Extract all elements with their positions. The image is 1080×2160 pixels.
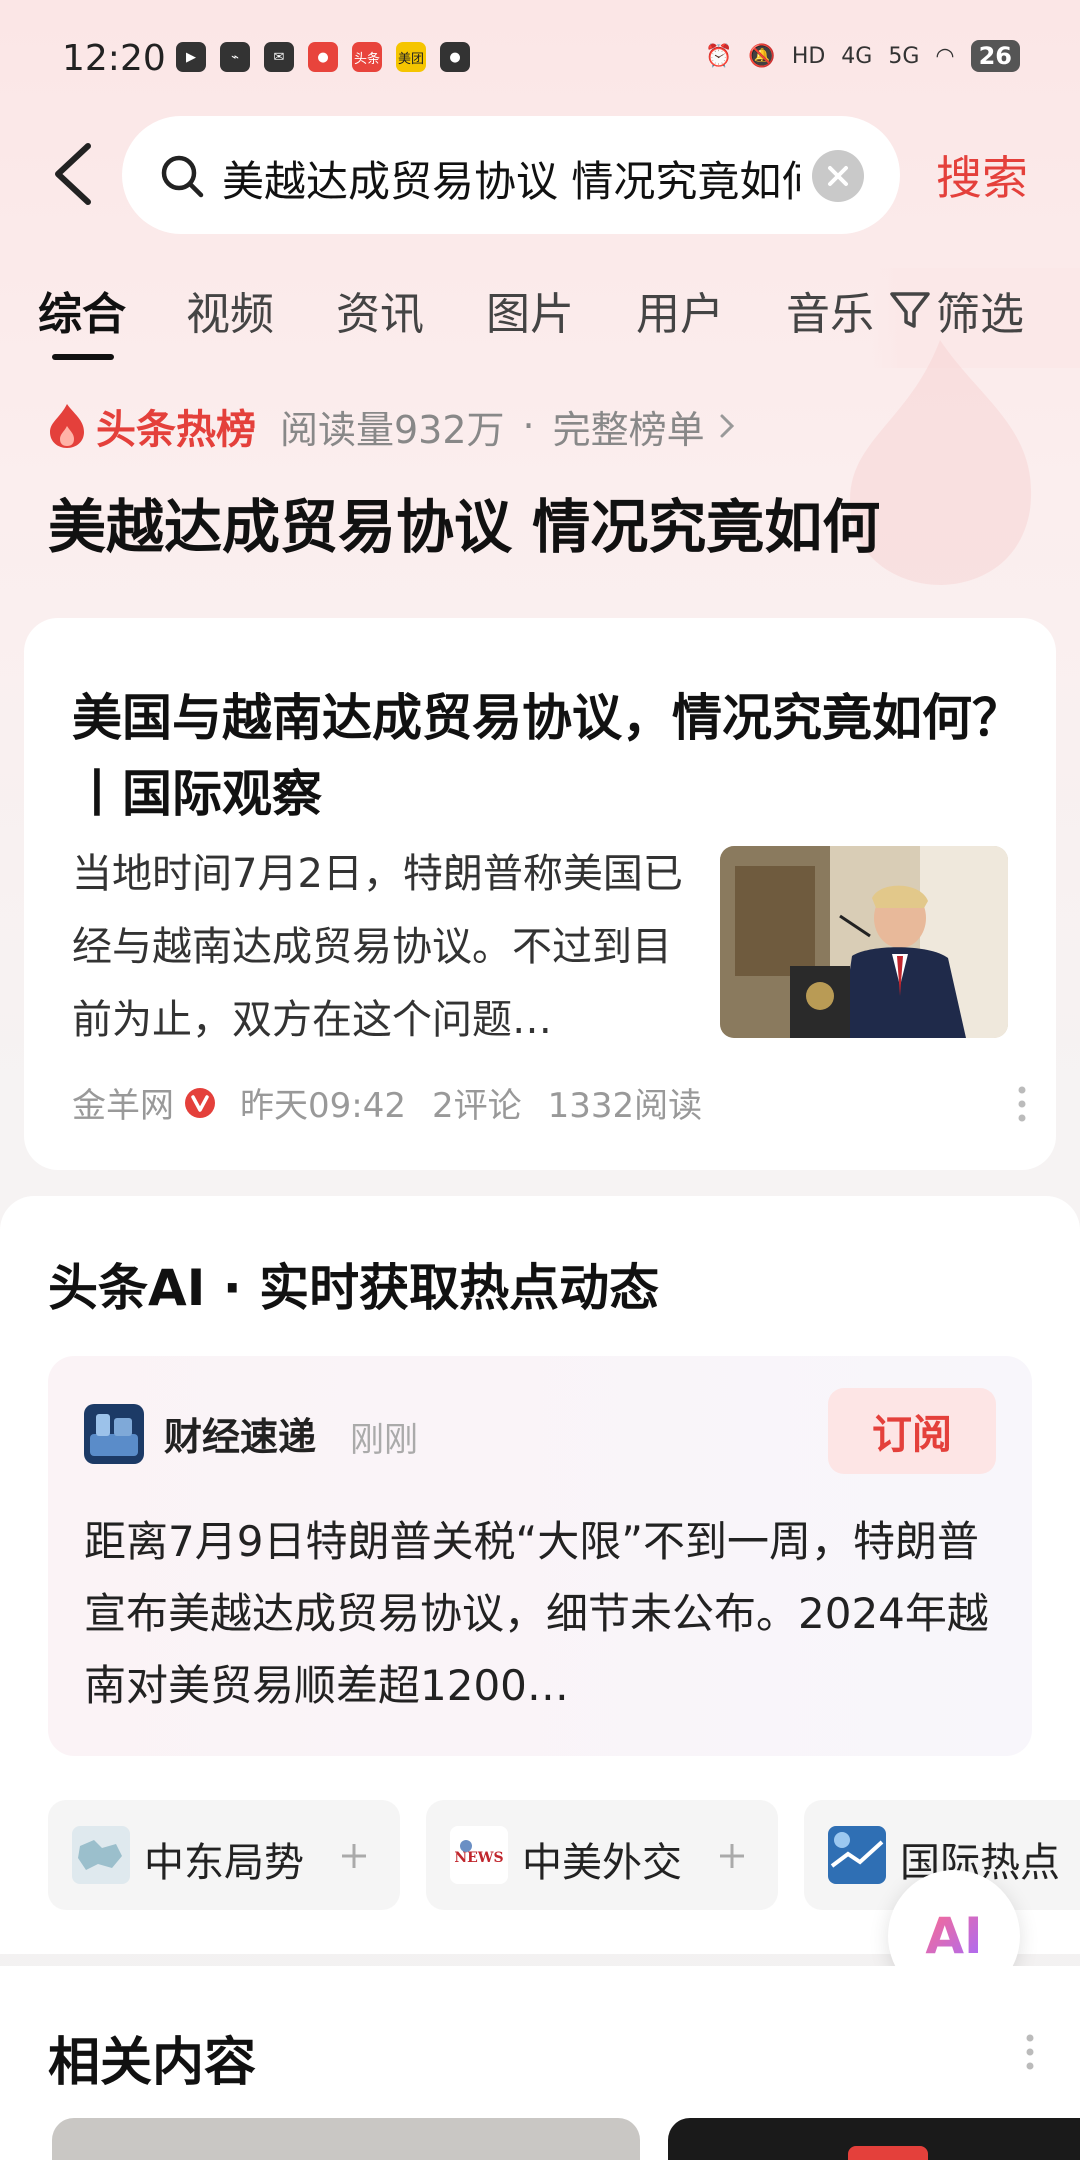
back-icon[interactable] xyxy=(48,142,98,206)
full-list-link[interactable]: 完整榜单 xyxy=(553,399,705,454)
news-meta: 金羊网 昨天09:42 2评论 1332阅读 xyxy=(72,1078,702,1127)
ai-card-text[interactable]: 距离7月9日特朗普关税“大限”不到一周，特朗普宣布美越达成贸易协议，细节未公布。… xyxy=(84,1506,1004,1722)
related-badge xyxy=(848,2146,928,2160)
more-options-icon[interactable] xyxy=(1016,1084,1028,1124)
tab-comprehensive[interactable]: 综合 xyxy=(38,278,126,342)
hd-label: HD xyxy=(791,43,826,69)
news-summary: 当地时间7月2日，特朗普称美国已经与越南达成贸易协议。不过到目前为止，双方在这个… xyxy=(72,851,683,1043)
topic-chip-sino-us[interactable]: NEWS 中美外交 xyxy=(426,1800,778,1910)
hot-list-row[interactable]: 头条热榜 阅读量932万 · 完整榜单 xyxy=(46,396,737,456)
news-thumbnail[interactable] xyxy=(720,846,1008,1038)
meituan-app-icon: 美团 xyxy=(396,42,426,72)
search-query-text[interactable]: 美越达成贸易协议 情况究竟如何 xyxy=(222,148,800,209)
map-icon xyxy=(72,1826,130,1884)
search-icon xyxy=(161,155,204,198)
mute-icon: 🔕 xyxy=(748,43,776,69)
status-system-icons: ⏰ 🔕 HD 4G 5G ◠ 26 xyxy=(705,40,1020,72)
chevron-right-icon xyxy=(720,414,734,438)
finance-channel-avatar[interactable] xyxy=(84,1404,144,1464)
hot-topic-headline[interactable]: 美越达成贸易协议 情况究竟如何 xyxy=(48,480,880,564)
verified-icon xyxy=(185,1087,215,1118)
news-comments: 2评论 xyxy=(431,1086,522,1126)
flame-icon xyxy=(50,404,84,448)
svg-text:NEWS: NEWS xyxy=(454,1850,503,1866)
game-app-icon: ● xyxy=(308,42,338,72)
filter-icon xyxy=(890,292,930,328)
active-tab-indicator xyxy=(52,354,114,360)
tab-images[interactable]: 图片 xyxy=(486,278,574,342)
ai-fab-label: AI xyxy=(925,1907,983,1965)
status-time: 12:20 xyxy=(62,38,166,79)
search-input[interactable]: 美越达成贸易协议 情况究竟如何 xyxy=(122,116,900,234)
related-title: 相关内容 xyxy=(48,2033,257,2093)
news-card[interactable]: 美国与越南达成贸易协议，情况究竟如何？丨国际观察 当地时间7月2日，特朗普称美国… xyxy=(24,618,1056,1170)
plus-icon xyxy=(342,1844,366,1868)
tab-users[interactable]: 用户 xyxy=(636,278,724,342)
news-title[interactable]: 美国与越南达成贸易协议，情况究竟如何？丨国际观察 xyxy=(72,680,1022,832)
link-app-icon: ⌁ xyxy=(220,42,250,72)
chat-app-icon: ● xyxy=(440,42,470,72)
news-reads: 1332阅读 xyxy=(547,1086,703,1126)
more-options-icon[interactable] xyxy=(1024,2032,1036,2072)
search-row: 美越达成贸易协议 情况究竟如何 搜索 xyxy=(0,112,1080,234)
topic-chip-label: 中美外交 xyxy=(522,1840,682,1886)
status-bar: 12:20 ▶ ⌁ ✉ ● 头条 美团 ● ⏰ 🔕 HD 4G 5G ◠ 26 xyxy=(0,0,1080,118)
wifi-icon: ◠ xyxy=(935,43,955,69)
5g-label: 5G xyxy=(888,43,920,69)
status-notification-icons: ▶ ⌁ ✉ ● 头条 美团 ● xyxy=(176,42,470,72)
plus-icon xyxy=(720,1844,744,1868)
search-button[interactable]: 搜索 xyxy=(936,142,1028,208)
news-icon: NEWS xyxy=(450,1826,508,1884)
mail-app-icon: ✉ xyxy=(264,42,294,72)
tab-news[interactable]: 资讯 xyxy=(336,278,424,342)
clear-search-icon[interactable] xyxy=(812,150,864,202)
alarm-icon: ⏰ xyxy=(705,43,733,69)
news-source[interactable]: 金羊网 xyxy=(72,1078,174,1127)
ai-card-source[interactable]: 财经速递 xyxy=(164,1406,316,1461)
ai-section: 头条AI · 实时获取热点动态 财经速递 刚刚 订阅 距离7月9日特朗普关税“大… xyxy=(0,1196,1080,1954)
related-thumbnail[interactable] xyxy=(52,2118,640,2160)
video-app-icon: ▶ xyxy=(176,42,206,72)
battery-indicator: 26 xyxy=(970,40,1020,72)
tab-video[interactable]: 视频 xyxy=(186,278,274,342)
ai-card-time: 刚刚 xyxy=(350,1420,418,1460)
ai-section-title: 头条AI · 实时获取热点动态 xyxy=(48,1259,660,1317)
4g-label: 4G xyxy=(841,43,873,69)
hot-read-count: 阅读量932万 xyxy=(280,407,505,452)
topic-chip-label: 中东局势 xyxy=(144,1840,304,1886)
subscribe-button[interactable]: 订阅 xyxy=(828,1388,996,1474)
hot-list-badge: 头条热榜 xyxy=(96,407,256,453)
topic-chip-middle-east[interactable]: 中东局势 xyxy=(48,1800,400,1910)
news-time: 昨天09:42 xyxy=(240,1086,406,1126)
ai-news-card[interactable]: 财经速递 刚刚 订阅 距离7月9日特朗普关税“大限”不到一周，特朗普宣布美越达成… xyxy=(48,1356,1032,1756)
world-news-icon xyxy=(828,1826,886,1884)
related-section: 相关内容 xyxy=(0,1966,1080,2160)
toutiao-app-icon: 头条 xyxy=(352,42,382,72)
hot-separator: · xyxy=(522,404,535,448)
